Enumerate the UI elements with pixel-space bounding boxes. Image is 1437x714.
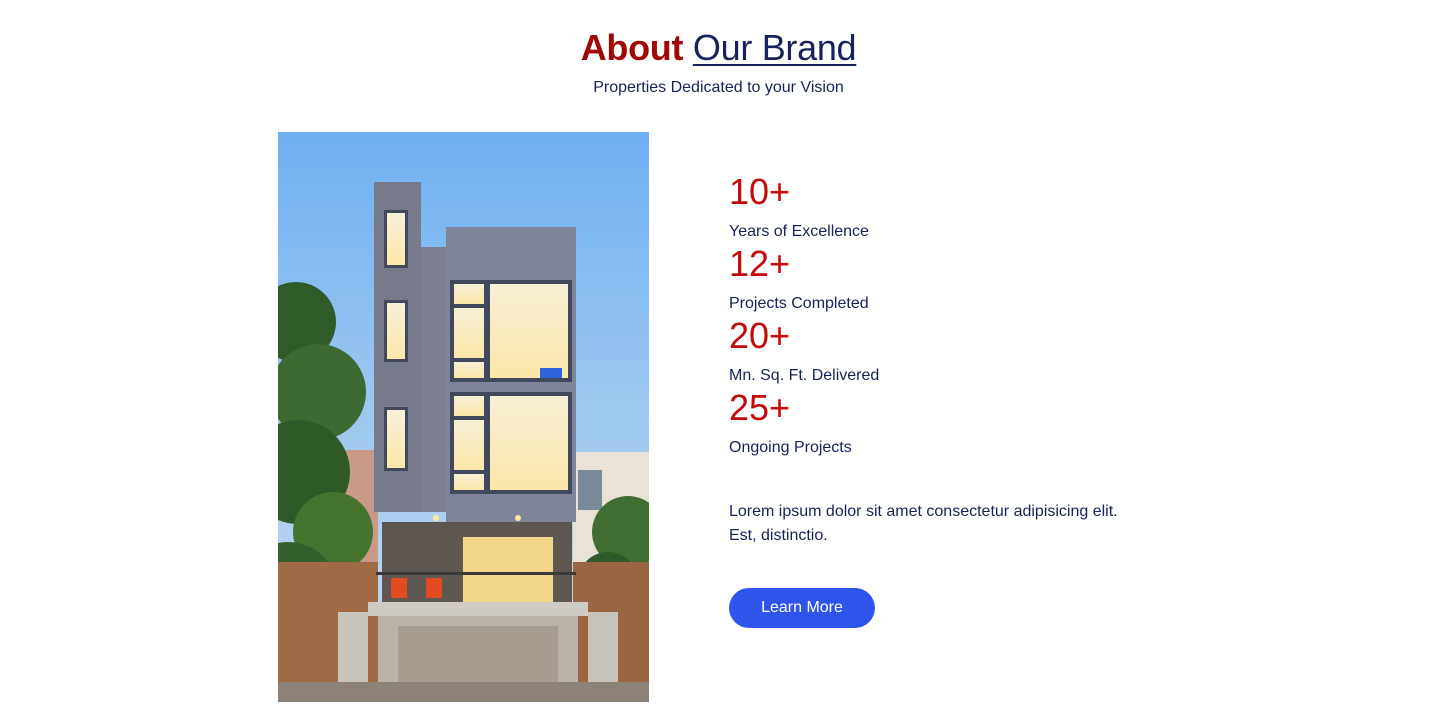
stat-item: 12+ Projects Completed: [729, 242, 1189, 314]
stat-value: 10+: [729, 171, 791, 212]
stat-label: Mn. Sq. Ft. Delivered: [729, 367, 880, 384]
stat-item: 10+ Years of Excellence: [729, 170, 1189, 242]
about-section: About Our Brand Properties Dedicated to …: [0, 0, 1437, 714]
building-photo: [278, 132, 649, 702]
heading-our-brand-link[interactable]: Our Brand: [693, 27, 857, 68]
stat-label: Ongoing Projects: [729, 439, 852, 456]
stat-label: Projects Completed: [729, 295, 869, 312]
section-heading: About Our Brand: [0, 26, 1437, 70]
stats-list: 10+ Years of Excellence 12+ Projects Com…: [729, 170, 1189, 458]
stat-value: 25+: [729, 387, 791, 428]
stat-item: 20+ Mn. Sq. Ft. Delivered: [729, 314, 1189, 386]
about-description: Lorem ipsum dolor sit amet consectetur a…: [729, 503, 1118, 544]
heading-about: About: [580, 27, 684, 68]
stat-value: 20+: [729, 315, 791, 356]
section-subtitle: Properties Dedicated to your Vision: [593, 79, 844, 96]
stat-item: 25+ Ongoing Projects: [729, 386, 1189, 458]
stat-label: Years of Excellence: [729, 223, 869, 240]
stat-value: 12+: [729, 243, 791, 284]
learn-more-button[interactable]: Learn More: [729, 588, 875, 628]
